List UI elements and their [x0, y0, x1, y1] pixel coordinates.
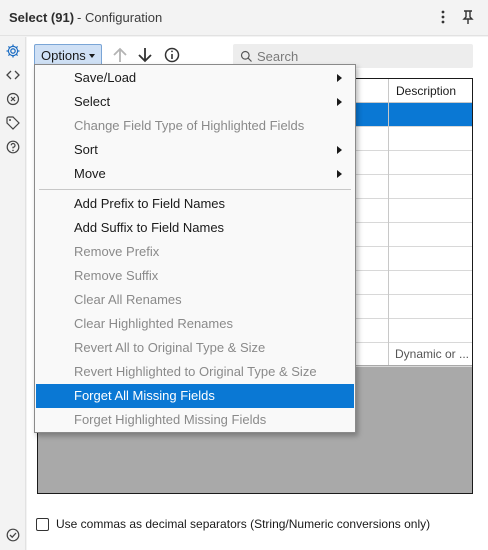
menu-item-label: Add Prefix to Field Names	[74, 196, 226, 211]
menu-item-move[interactable]: Move	[36, 162, 354, 186]
description-cell[interactable]	[389, 223, 472, 246]
chevron-right-icon	[337, 170, 342, 178]
options-label: Options	[41, 48, 86, 63]
menu-item-label: Clear Highlighted Renames	[74, 316, 233, 331]
menu-item-add-prefix[interactable]: Add Prefix to Field Names	[36, 192, 354, 216]
menu-item-label: Forget All Missing Fields	[74, 388, 215, 403]
menu-item-label: Revert Highlighted to Original Type & Si…	[74, 364, 317, 379]
menu-item-forget-highlighted-missing[interactable]: Forget Highlighted Missing Fields	[36, 408, 354, 432]
decimal-separator-checkbox[interactable]	[36, 518, 49, 531]
info-icon[interactable]	[162, 45, 182, 65]
column-header-description[interactable]: Description	[396, 84, 456, 98]
search-input[interactable]	[257, 47, 457, 65]
description-cell[interactable]	[389, 295, 472, 318]
left-icon-bar	[0, 37, 26, 550]
description-cell[interactable]	[389, 199, 472, 222]
menu-item-sort[interactable]: Sort	[36, 138, 354, 162]
description-cell[interactable]	[389, 319, 472, 342]
pin-icon[interactable]	[459, 8, 477, 26]
menu-item-label: Select	[74, 94, 111, 109]
menu-item-save-load[interactable]: Save/Load	[36, 66, 354, 90]
panel-subtitle: - Configuration	[77, 10, 163, 25]
menu-item-remove-prefix[interactable]: Remove Prefix	[36, 240, 354, 264]
tag-icon[interactable]	[5, 115, 21, 131]
search-icon	[240, 50, 253, 63]
options-menu: Save/Load Select Change Field Type of Hi…	[34, 64, 356, 433]
description-cell[interactable]: Dynamic or ...	[389, 343, 472, 366]
check-circle-icon[interactable]	[5, 527, 21, 543]
chevron-right-icon	[337, 146, 342, 154]
menu-item-label: Forget Highlighted Missing Fields	[74, 412, 267, 427]
arrow-up-icon[interactable]	[110, 45, 130, 65]
chevron-right-icon	[337, 74, 342, 82]
description-cell[interactable]	[389, 247, 472, 270]
menu-item-label: Add Suffix to Field Names	[74, 220, 225, 235]
description-cell[interactable]	[389, 151, 472, 174]
menu-item-label: Save/Load	[74, 70, 137, 85]
menu-item-clear-all-renames[interactable]: Clear All Renames	[36, 288, 354, 312]
menu-item-label: Sort	[74, 142, 98, 157]
menu-item-remove-suffix[interactable]: Remove Suffix	[36, 264, 354, 288]
help-icon[interactable]	[5, 139, 21, 155]
description-cell[interactable]	[389, 271, 472, 294]
menu-item-label: Remove Prefix	[74, 244, 160, 259]
gear-icon[interactable]	[5, 43, 21, 59]
menu-item-label: Change Field Type of Highlighted Fields	[74, 118, 305, 133]
menu-item-label: Revert All to Original Type & Size	[74, 340, 266, 355]
decimal-separator-label[interactable]: Use commas as decimal separators (String…	[56, 517, 430, 531]
menu-item-revert-highlighted[interactable]: Revert Highlighted to Original Type & Si…	[36, 360, 354, 384]
chevron-right-icon	[337, 98, 342, 106]
description-cell[interactable]	[389, 127, 472, 150]
target-icon[interactable]	[5, 91, 21, 107]
column-divider[interactable]	[388, 79, 389, 365]
menu-item-label: Remove Suffix	[74, 268, 159, 283]
options-dropdown-button[interactable]: Options	[34, 44, 102, 66]
menu-item-revert-all[interactable]: Revert All to Original Type & Size	[36, 336, 354, 360]
arrow-down-icon[interactable]	[135, 45, 155, 65]
more-vertical-icon[interactable]	[434, 8, 452, 26]
menu-separator	[39, 189, 351, 190]
menu-item-select[interactable]: Select	[36, 90, 354, 114]
title-bar: Select (91) - Configuration	[0, 0, 488, 36]
menu-item-label: Clear All Renames	[74, 292, 182, 307]
menu-item-add-suffix[interactable]: Add Suffix to Field Names	[36, 216, 354, 240]
code-icon[interactable]	[5, 67, 21, 83]
chevron-down-icon	[89, 54, 95, 58]
description-cell[interactable]	[389, 175, 472, 198]
panel-title: Select (91)	[9, 10, 75, 25]
description-cell[interactable]	[389, 103, 472, 126]
menu-item-forget-all-missing[interactable]: Forget All Missing Fields	[36, 384, 354, 408]
menu-item-clear-highlighted-renames[interactable]: Clear Highlighted Renames	[36, 312, 354, 336]
menu-item-change-field-type[interactable]: Change Field Type of Highlighted Fields	[36, 114, 354, 138]
menu-item-label: Move	[74, 166, 106, 181]
